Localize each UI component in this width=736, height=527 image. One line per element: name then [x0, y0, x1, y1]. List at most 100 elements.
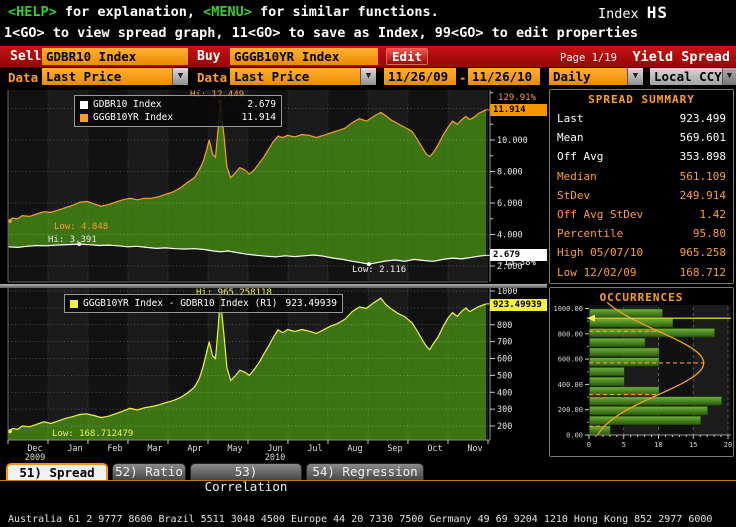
month-label: Jan — [67, 444, 82, 454]
spread-summary-rows: Last 923.499 Mean569.601 Off Avg353.898 M… — [550, 109, 733, 282]
histogram-bar — [590, 416, 701, 425]
chevron-down-icon[interactable]: ▼ — [360, 68, 376, 85]
buy-label: Buy — [197, 49, 220, 64]
sell-label: Sell — [10, 49, 41, 64]
axis-tick-label: 8.000 — [497, 168, 523, 178]
histogram-bar — [590, 426, 611, 435]
date-to-field[interactable]: 11/26/10 — [468, 68, 540, 85]
spread-summary-panel: SPREAD SUMMARY Last 923.499 Mean569.601 O… — [549, 89, 734, 284]
axis-tick-label: 0 — [587, 441, 591, 449]
date-range-separator: - — [459, 70, 467, 85]
summary-row: Off Avg353.898 — [550, 147, 733, 166]
axis-tick-label: 5 — [622, 441, 626, 449]
stat-label: Off Avg — [557, 150, 603, 163]
date-from-field[interactable]: 11/26/09 — [384, 68, 456, 85]
month-label: Nov — [467, 444, 482, 454]
spread-low-marker-label: Low: 168.712479 — [52, 429, 133, 439]
occurrences-histogram[interactable]: 0.00200.00400.00600.00800.001000.0005101… — [550, 301, 733, 456]
series-last-value: 2.679 — [247, 99, 276, 110]
sell-security-field[interactable]: GDBR10 Index — [42, 48, 188, 65]
month-label: Apr — [187, 444, 202, 454]
data-source-select-1[interactable]: Last Price — [42, 68, 172, 85]
axis-tick-label: 200 — [497, 422, 512, 432]
gggb10yr-swatch — [80, 114, 88, 122]
data-source-select-2[interactable]: Last Price — [230, 68, 360, 85]
tab-spread[interactable]: 51) Spread — [6, 463, 108, 480]
chevron-down-icon[interactable]: ▼ — [722, 68, 736, 85]
histogram-bar — [590, 397, 722, 406]
histogram-bar — [590, 328, 715, 337]
last-value-tag-spread: 923.49939 — [490, 299, 547, 311]
index-indicator: Index HS — [598, 3, 668, 22]
page-indicator: Page 1/19 — [560, 52, 617, 64]
function-code: HS — [647, 3, 668, 22]
chevron-down-icon[interactable]: ▼ — [627, 68, 643, 85]
stat-label: Median — [557, 170, 597, 183]
stat-value: 923.499 — [680, 109, 726, 128]
axis-tick-label: 10 — [654, 441, 662, 449]
axis-tick-label: 1000.00 — [553, 305, 583, 313]
stat-value: 249.914 — [680, 186, 726, 205]
histogram-bar — [590, 358, 660, 367]
last-value-tag-german: 2.679 — [490, 249, 547, 261]
summary-row: Last 923.499 — [550, 109, 733, 128]
tab-ratio[interactable]: 52) Ratio — [112, 463, 186, 480]
axis-tick-label: 10.000 — [497, 136, 528, 146]
axis-tick-label: 1000 — [497, 288, 517, 297]
series-last-value: 11.914 — [242, 112, 276, 123]
histogram-bar — [590, 406, 708, 415]
tab-regression[interactable]: 54) Regression — [306, 463, 424, 480]
histogram-bar — [590, 367, 625, 376]
chevron-down-icon[interactable]: ▼ — [172, 68, 188, 85]
stat-label: Last — [557, 112, 584, 125]
footer-contacts-line: Australia 61 2 9777 8600 Brazil 5511 304… — [8, 513, 736, 527]
menu-text: for similar functions. — [252, 4, 439, 20]
tab-bar: 51) Spread 52) Ratio 53) Correlation 54)… — [0, 462, 736, 480]
spread-summary-title: SPREAD SUMMARY — [550, 93, 733, 106]
stat-value: 95.80 — [693, 224, 726, 243]
edit-button[interactable]: Edit — [386, 48, 428, 65]
axis-tick-label: 400 — [497, 388, 512, 398]
series-last-value: 923.49939 — [285, 298, 336, 309]
series-name: GDBR10 Index — [93, 99, 162, 110]
stat-value: 1.42 — [700, 205, 727, 224]
command-hint-line: 1<GO> to view spread graph, 11<GO> to sa… — [4, 25, 638, 41]
pct-change-up-label: 129.91% — [489, 93, 545, 103]
buy-security-field[interactable]: GGGB10YR Index — [230, 48, 378, 65]
tab-correlation[interactable]: 53) Correlation — [190, 463, 302, 480]
axis-tick-label: 300 — [497, 405, 512, 415]
axis-tick-label: 600 — [497, 355, 512, 365]
period-select[interactable]: Daily — [549, 68, 627, 85]
options-toolbar: Data Last Price ▼ Data Last Price ▼ 11/2… — [0, 67, 736, 87]
histogram-bar — [590, 348, 660, 357]
month-label: Jul — [307, 444, 322, 454]
help-text: for explanation, — [57, 4, 203, 20]
summary-row: Mean569.601 — [550, 128, 733, 147]
stat-label: Percentile — [557, 227, 623, 240]
occurrences-panel: OCCURRENCES 0.00200.00400.00600.00800.00… — [549, 287, 734, 457]
security-toolbar: Sell GDBR10 Index Buy GGGB10YR Index Edi… — [0, 46, 736, 67]
function-title: Yield Spread — [632, 49, 730, 65]
extreme-marker-dot — [8, 429, 12, 433]
month-label: May — [227, 444, 242, 454]
stat-value: 965.258 — [680, 243, 726, 262]
histogram-bar — [590, 309, 663, 318]
histogram-bar — [590, 338, 646, 347]
axis-tick-label: 20 — [724, 441, 732, 449]
stat-label: Low 12/02/09 — [557, 266, 636, 279]
axis-tick-label: 700 — [497, 338, 512, 348]
index-label: Index — [598, 6, 647, 22]
summary-row: Median 561.109 — [550, 167, 733, 186]
axis-tick-label: 6.000 — [497, 199, 523, 209]
summary-row: Percentile 95.80 — [550, 224, 733, 243]
menu-key[interactable]: <MENU> — [203, 4, 252, 20]
stat-value: 168.712 — [680, 263, 726, 282]
help-key[interactable]: <HELP> — [8, 4, 57, 20]
stat-label: StDev — [557, 189, 590, 202]
currency-select[interactable]: Local CCY — [650, 68, 722, 85]
series-name: GGGB10YR Index — [93, 112, 173, 123]
header-line-1: <HELP> for explanation, <MENU> for simil… — [8, 4, 439, 20]
histogram-bar — [590, 319, 673, 328]
axis-tick-label: 0.00 — [566, 432, 583, 440]
stat-value: 561.109 — [680, 167, 726, 186]
